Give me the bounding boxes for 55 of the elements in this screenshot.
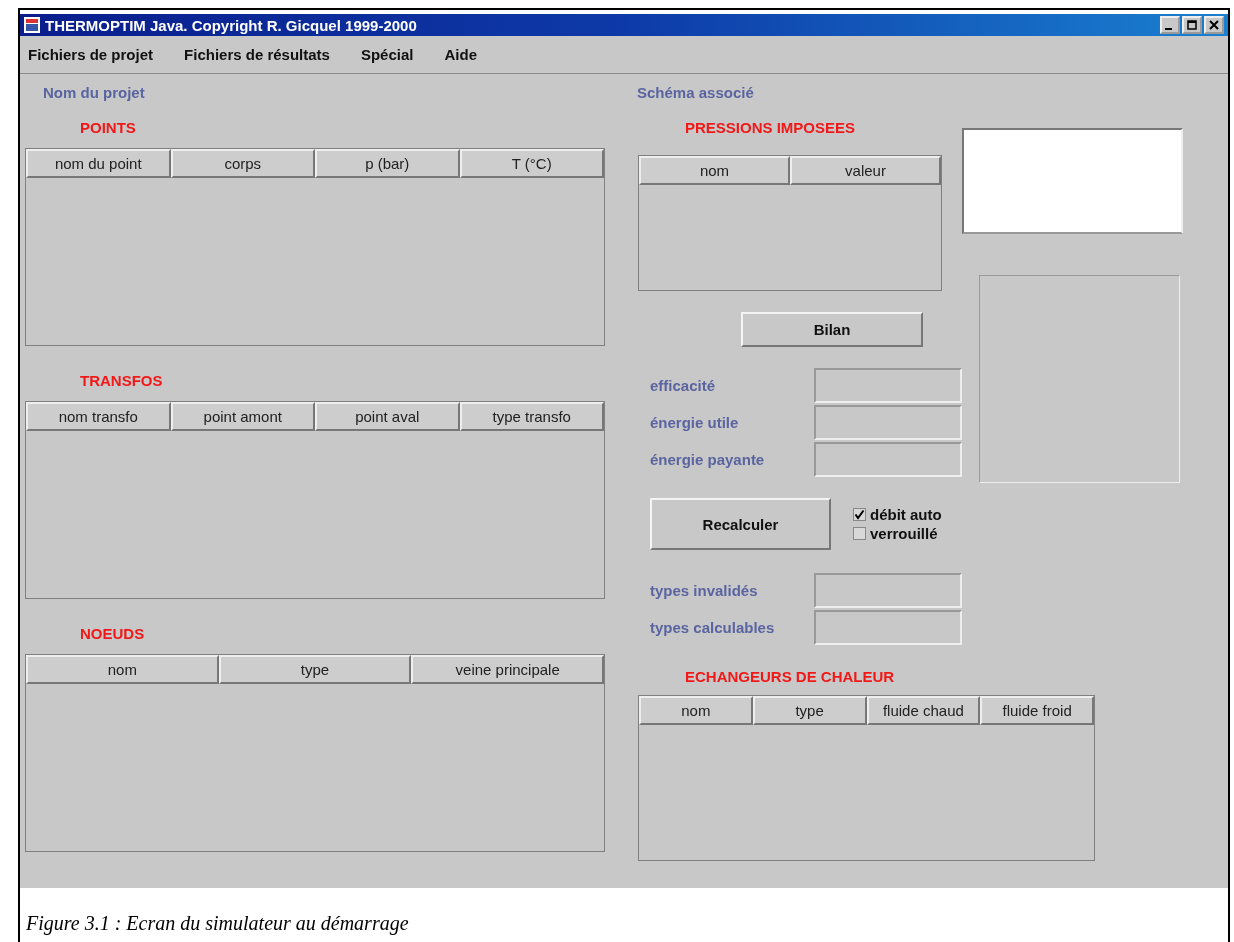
column-header[interactable]: T (°C) <box>459 149 604 178</box>
schema-label: Schéma associé <box>637 83 755 103</box>
column-header[interactable]: nom <box>26 655 219 684</box>
column-header[interactable]: nom <box>639 156 790 185</box>
output-field[interactable] <box>814 573 962 608</box>
app-icon <box>24 17 40 33</box>
figure-caption: Figure 3.1 : Ecran du simulateur au démarrage <box>26 912 410 935</box>
column-header[interactable]: valeur <box>790 156 941 185</box>
minimize-button[interactable] <box>1160 16 1180 34</box>
column-header[interactable]: type transfo <box>459 402 604 431</box>
text-area[interactable] <box>962 128 1183 234</box>
maximize-button[interactable] <box>1182 16 1202 34</box>
output-field[interactable] <box>814 405 962 440</box>
column-header[interactable]: corps <box>170 149 315 178</box>
project-label: Nom du projet <box>42 83 146 103</box>
column-header[interactable]: nom <box>639 696 753 725</box>
recalculer-button[interactable]: Recalculer <box>650 498 831 550</box>
maximize-icon <box>1187 20 1197 30</box>
checkbox-label: verrouillé <box>870 526 938 541</box>
window-title: THERMOPTIM Java. Copyright R. Gicquel 1999-2000 <box>45 16 417 34</box>
menu-item[interactable]: Aide <box>444 46 477 63</box>
column-header[interactable]: fluide chaud <box>866 696 981 725</box>
column-header[interactable]: p (bar) <box>315 149 460 178</box>
column-header[interactable]: nom transfo <box>26 402 171 431</box>
menu-item[interactable]: Fichiers de résultats <box>184 46 330 63</box>
menu-item[interactable]: Spécial <box>360 46 414 63</box>
field-label: énergie utile <box>650 412 740 433</box>
close-icon <box>1209 20 1219 30</box>
section-title: ECHANGEURS DE CHALEUR <box>684 667 896 687</box>
column-header[interactable]: veine principale <box>411 655 604 684</box>
checkbox[interactable] <box>853 508 866 521</box>
field-label: énergie payante <box>650 449 766 470</box>
check-icon <box>854 509 865 520</box>
checkbox-label: débit auto <box>870 507 942 522</box>
field-label: efficacité <box>650 375 717 396</box>
minimize-icon <box>1165 27 1172 30</box>
menu-item[interactable]: Fichiers de projet <box>28 46 154 63</box>
checkbox[interactable] <box>853 527 866 540</box>
section-title: POINTS <box>79 118 137 138</box>
output-field[interactable] <box>814 610 962 645</box>
output-field[interactable] <box>814 442 962 477</box>
close-button[interactable] <box>1204 16 1224 34</box>
bilan-button[interactable]: Bilan <box>741 312 923 347</box>
column-header[interactable]: type <box>218 655 412 684</box>
column-header[interactable]: point amont <box>170 402 315 431</box>
column-header[interactable]: type <box>752 696 867 725</box>
column-header[interactable]: nom du point <box>26 149 171 178</box>
column-header[interactable]: point aval <box>315 402 460 431</box>
output-field[interactable] <box>814 368 962 403</box>
section-title: NOEUDS <box>79 624 146 644</box>
section-title: PRESSIONS IMPOSEES <box>684 118 857 138</box>
section-title: TRANSFOS <box>79 371 164 391</box>
column-header[interactable]: fluide froid <box>980 696 1094 725</box>
field-label: types calculables <box>650 617 776 638</box>
field-label: types invalidés <box>650 580 759 601</box>
